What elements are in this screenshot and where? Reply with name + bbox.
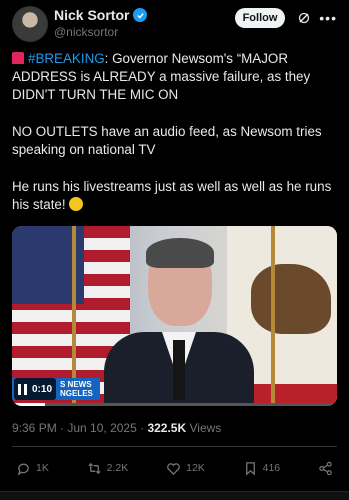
bookmark-icon xyxy=(245,461,255,476)
views-count: 322.5K xyxy=(147,421,187,435)
video-controls[interactable]: 0:10 xyxy=(14,378,57,400)
video-progress-fill xyxy=(12,403,45,406)
reply-count: 1K xyxy=(36,462,49,474)
meta-separator: · xyxy=(136,421,148,435)
author-name-row[interactable]: Nick Sortor xyxy=(54,7,148,23)
more-options-icon[interactable]: ••• xyxy=(319,10,337,26)
action-bar: 1K 2.2K 12K 416 xyxy=(16,458,333,478)
reply-icon xyxy=(17,463,29,476)
bookmark-button[interactable]: 416 xyxy=(243,461,281,476)
meta-separator: · xyxy=(56,421,68,435)
like-count: 12K xyxy=(186,462,205,474)
tweet-header: Nick Sortor @nicksortor Follow ••• xyxy=(12,6,341,46)
like-button[interactable]: 12K xyxy=(166,461,205,476)
tweet-text: #BREAKING: Governor Newsom's “MAJOR ADDR… xyxy=(12,50,338,233)
flag-pole xyxy=(271,226,275,406)
tweet-paragraph-3: He runs his livestreams just as well as … xyxy=(12,178,338,214)
author-names: Nick Sortor @nicksortor xyxy=(54,7,148,39)
verified-badge-icon xyxy=(133,8,148,22)
follow-button[interactable]: Follow xyxy=(235,8,285,28)
tweet-paragraph-2: NO OUTLETS have an audio feed, as Newsom… xyxy=(12,124,322,157)
speaker-hair xyxy=(146,238,214,268)
grok-icon[interactable] xyxy=(297,11,311,25)
tweet-date[interactable]: Jun 10, 2025 xyxy=(67,421,136,435)
author-display-name[interactable]: Nick Sortor xyxy=(54,7,129,23)
heart-icon xyxy=(167,462,180,475)
news-overlay-line-1: S NEWS xyxy=(60,380,92,389)
divider xyxy=(12,446,337,447)
repost-icon xyxy=(88,462,101,474)
tweet-paragraph-1: #BREAKING: Governor Newsom's “MAJOR ADDR… xyxy=(12,50,338,104)
tweet-time[interactable]: 9:36 PM xyxy=(12,421,57,435)
author-handle[interactable]: @nicksortor xyxy=(54,25,147,39)
tweet-meta: 9:36 PM · Jun 10, 2025 · 322.5K Views xyxy=(12,421,221,435)
tweet-paragraph-3-text: He runs his livestreams just as well as … xyxy=(12,179,332,212)
bear-image xyxy=(251,264,331,334)
reply-button[interactable]: 1K xyxy=(16,461,49,476)
share-button[interactable] xyxy=(318,461,333,476)
avatar[interactable] xyxy=(12,6,48,42)
reply-composer-edge xyxy=(0,491,349,500)
siren-emoji-icon xyxy=(12,52,24,64)
repost-count: 2.2K xyxy=(106,462,129,474)
share-icon xyxy=(319,461,332,475)
pause-icon[interactable] xyxy=(18,383,27,395)
views-label: Views xyxy=(186,421,222,435)
video-progress-bar[interactable] xyxy=(12,403,337,406)
repost-button[interactable]: 2.2K xyxy=(87,461,129,476)
hashtag-link[interactable]: #BREAKING xyxy=(28,51,105,66)
bookmark-count: 416 xyxy=(262,462,281,474)
video-time: 0:10 xyxy=(32,383,53,395)
news-overlay-line-2: NGELES xyxy=(60,389,93,398)
speaker-image xyxy=(104,238,254,406)
speaker-tie xyxy=(173,340,185,400)
video-player[interactable]: S NEWS NGELES 0:10 xyxy=(12,226,337,406)
rolling-laughing-emoji-icon xyxy=(69,197,84,211)
